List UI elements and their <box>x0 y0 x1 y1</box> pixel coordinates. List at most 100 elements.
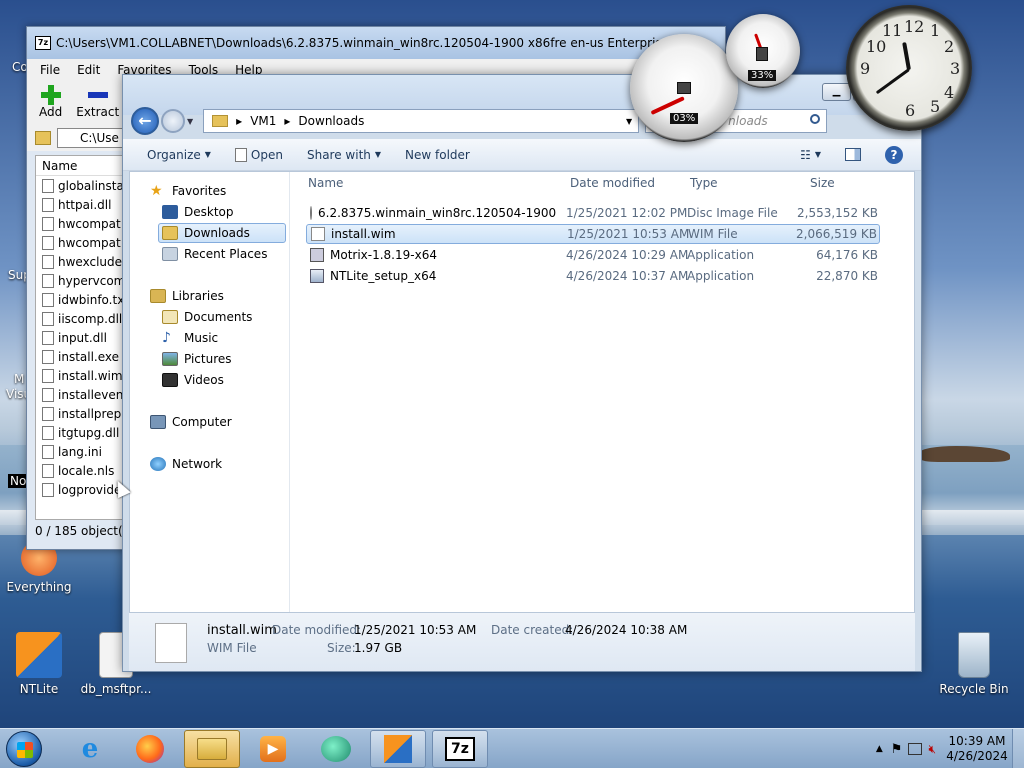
list-item[interactable]: hypervcomp <box>36 271 122 290</box>
plus-icon <box>40 85 61 105</box>
address-dropdown-icon[interactable]: ▼ <box>626 117 632 126</box>
share-with-button[interactable]: Share with ▼ <box>295 148 393 162</box>
ntlite-icon <box>16 632 62 678</box>
breadcrumb-downloads[interactable]: Downloads <box>298 114 364 128</box>
new-folder-button[interactable]: New folder <box>393 148 482 162</box>
desktop-icon-recycle-bin[interactable]: Recycle Bin <box>936 632 1012 696</box>
show-desktop-button[interactable] <box>1012 729 1024 768</box>
add-button[interactable]: Add <box>39 81 62 119</box>
nav-documents[interactable]: Documents <box>162 307 252 327</box>
list-item[interactable]: idwbinfo.txt <box>36 290 122 309</box>
list-item[interactable]: httpai.dll <box>36 195 122 214</box>
nav-music[interactable]: ♪ Music <box>162 328 218 348</box>
volume-muted-icon[interactable]: 🔇︎ <box>928 742 936 757</box>
breadcrumb-vm1[interactable]: VM1 <box>250 114 276 128</box>
list-item[interactable]: input.dll <box>36 328 122 347</box>
list-item[interactable]: install.exe <box>36 347 122 366</box>
organize-button[interactable]: Organize ▼ <box>135 148 223 162</box>
nav-label: Computer <box>172 415 232 429</box>
taskbar-app-green[interactable] <box>308 730 364 768</box>
start-button[interactable] <box>6 731 42 767</box>
file-name: hwcompat.t <box>58 235 122 250</box>
list-item[interactable]: iiscomp.dll <box>36 309 122 328</box>
explorer-window[interactable]: ▁ ▢ ✕ ← ▼ ▸ VM1 ▸ Downloads ▼ nloads Org… <box>122 74 922 672</box>
chat-bubble-icon <box>321 736 351 762</box>
address-bar[interactable]: ▸ VM1 ▸ Downloads ▼ <box>203 109 640 133</box>
taskbar-firefox[interactable] <box>122 730 178 768</box>
clock-gadget[interactable]: 12 3 6 9 10 11 1 2 4 5 <box>846 5 972 131</box>
file-icon <box>42 311 54 326</box>
computer-icon <box>150 415 166 429</box>
taskbar-7zip[interactable]: 7z <box>432 730 488 768</box>
nav-computer[interactable]: Computer <box>150 412 232 432</box>
file-icon <box>42 292 54 307</box>
preview-pane-button[interactable] <box>833 148 873 161</box>
sevenzip-titlebar[interactable]: 7z C:\Users\VM1.COLLABNET\Downloads\6.2.… <box>27 27 725 59</box>
nav-recent-places[interactable]: Recent Places <box>162 244 267 264</box>
preview-pane-icon <box>845 148 861 161</box>
desktop-icon-ntlite[interactable]: NTLite <box>1 632 77 696</box>
nav-desktop[interactable]: Desktop <box>162 202 234 222</box>
list-item[interactable]: hwcompat.d <box>36 214 122 233</box>
column-name-header[interactable]: Name <box>36 156 122 176</box>
list-item[interactable]: install.wim <box>36 366 122 385</box>
chevron-down-icon: ▼ <box>374 150 382 159</box>
table-row[interactable]: NTLite_setup_x64 4/26/2024 10:37 AM Applic… <box>306 266 880 286</box>
sevenzip-file-list[interactable]: Name globalinstall httpai.dll hwcompat.d hw… <box>35 155 123 520</box>
menu-file[interactable]: File <box>40 63 60 77</box>
nav-downloads[interactable]: Downloads <box>158 223 286 243</box>
minimize-button[interactable]: ▁ <box>822 83 851 101</box>
extract-button[interactable]: Extract <box>76 81 119 119</box>
firefox-icon <box>136 735 164 763</box>
memory-icon <box>756 47 768 61</box>
file-name: hwcompat.d <box>58 216 122 231</box>
menu-edit[interactable]: Edit <box>77 63 100 77</box>
list-item[interactable]: itgtupg.dll <box>36 423 122 442</box>
details-size: 1.97 GB <box>354 641 403 655</box>
nav-pictures[interactable]: Pictures <box>162 349 232 369</box>
list-item[interactable]: locale.nls <box>36 461 122 480</box>
sevenzip-title: C:\Users\VM1.COLLABNET\Downloads\6.2.837… <box>56 36 666 50</box>
change-view-button[interactable]: ☷ ▼ <box>788 148 833 162</box>
help-button[interactable]: ? <box>873 145 915 164</box>
file-type: WIM File <box>688 227 738 241</box>
file-name: input.dll <box>58 330 107 345</box>
table-row[interactable]: Motrix-1.8.19-x64 4/26/2024 10:29 AM Appli… <box>306 245 880 265</box>
videos-icon <box>162 373 178 387</box>
forward-button[interactable] <box>161 109 185 133</box>
column-header-type[interactable]: Type <box>690 176 718 198</box>
column-header-size[interactable]: Size <box>810 176 835 198</box>
details-date-modified: 1/25/2021 10:53 AM <box>354 623 477 637</box>
media-player-icon: ▶ <box>260 736 286 762</box>
nav-favorites[interactable]: ★ Favorites <box>150 181 226 201</box>
column-header-date[interactable]: Date modified <box>570 176 655 198</box>
up-folder-icon[interactable] <box>35 131 51 145</box>
column-header-name[interactable]: Name <box>308 176 343 198</box>
memory-meter-gadget[interactable]: 33% <box>726 14 800 88</box>
tray-clock[interactable]: 10:39 AM 4/26/2024 <box>942 734 1012 764</box>
network-tray-icon[interactable] <box>908 743 923 755</box>
action-center-flag-icon[interactable]: ⚑ <box>891 742 903 757</box>
file-name: httpai.dll <box>58 197 112 212</box>
list-item[interactable]: hwexclude.t <box>36 252 122 271</box>
taskbar-file-explorer[interactable] <box>184 730 240 768</box>
list-item[interactable]: installprep.e <box>36 404 122 423</box>
nav-libraries[interactable]: Libraries <box>150 286 224 306</box>
taskbar-media-player[interactable]: ▶ <box>245 730 301 768</box>
show-hidden-icons-button[interactable]: ▲ <box>876 744 883 754</box>
table-row[interactable]: install.wim 1/25/2021 10:53 AM WIM File 2,0… <box>306 224 880 244</box>
nav-network[interactable]: Network <box>150 454 222 474</box>
nav-videos[interactable]: Videos <box>162 370 224 390</box>
list-item[interactable]: installeventr <box>36 385 122 404</box>
back-button[interactable]: ← <box>131 107 159 135</box>
table-row[interactable]: 6.2.8375.winmain_win8rc.120504-1900 x8..… <box>306 203 880 223</box>
list-item[interactable]: lang.ini <box>36 442 122 461</box>
list-item[interactable]: globalinstall <box>36 176 122 195</box>
recent-pages-dropdown-icon[interactable]: ▼ <box>187 117 193 126</box>
taskbar-internet-explorer[interactable]: e <box>62 730 118 768</box>
list-item[interactable]: logprovide <box>36 480 122 499</box>
taskbar-ntlite[interactable] <box>370 730 426 768</box>
list-item[interactable]: hwcompat.t <box>36 233 122 252</box>
open-button[interactable]: Open <box>223 147 295 162</box>
cpu-meter-gadget[interactable]: 03% <box>630 34 738 142</box>
